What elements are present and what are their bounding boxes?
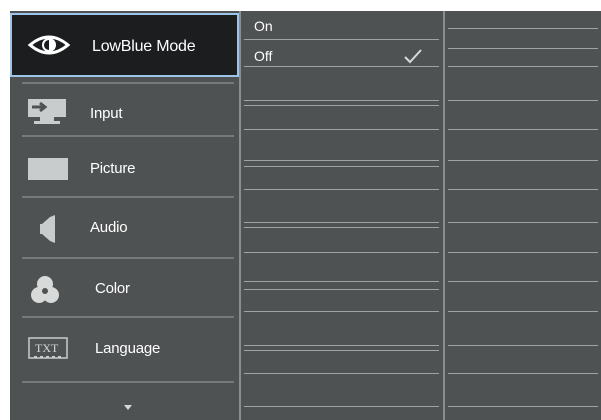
option-separator-line <box>448 160 598 161</box>
option-separator-line <box>244 373 439 374</box>
option-on[interactable]: On <box>242 17 442 37</box>
menu-divider <box>22 135 234 137</box>
option-separator-line <box>244 289 439 290</box>
option-separator-line <box>244 105 439 106</box>
menu-item-label: Input <box>90 105 123 122</box>
option-separator-line <box>244 311 439 312</box>
menu-item-language[interactable]: TXT Language <box>10 318 239 380</box>
option-separator-line <box>448 281 598 282</box>
menu-item-lowblue-mode[interactable]: LowBlue Mode <box>10 13 239 77</box>
option-separator-line <box>244 189 439 190</box>
option-separator-line <box>448 345 598 346</box>
menu-item-label: LowBlue Mode <box>92 38 196 55</box>
option-separator-line <box>244 39 439 40</box>
option-separator-line <box>244 406 439 407</box>
menu-item-picture[interactable]: Picture <box>10 138 239 200</box>
option-separator-line <box>244 160 439 161</box>
menu-item-audio[interactable]: Audio <box>10 197 239 259</box>
option-separator-line <box>448 48 598 49</box>
option-separator-line <box>448 100 598 101</box>
input-icon <box>22 93 72 133</box>
menu-divider <box>22 381 234 383</box>
column-divider <box>239 11 241 420</box>
option-label: On <box>254 18 273 34</box>
menu-item-label: Color <box>95 280 130 297</box>
option-label: Off <box>254 48 273 64</box>
option-separator-line <box>244 281 439 282</box>
option-separator-line <box>244 222 439 223</box>
menu-item-label: Picture <box>90 160 136 177</box>
option-separator-line <box>448 222 598 223</box>
speaker-icon <box>22 207 72 247</box>
option-separator-line <box>244 66 439 67</box>
option-separator-line <box>244 252 439 253</box>
option-separator-line <box>448 406 598 407</box>
option-separator-line <box>244 100 439 101</box>
option-separator-line <box>448 189 598 190</box>
checkmark-icon <box>402 47 424 68</box>
option-separator-line <box>244 345 439 346</box>
option-separator-line <box>448 311 598 312</box>
option-separator-line <box>448 373 598 374</box>
language-icon-text: TXT <box>35 341 59 355</box>
option-off[interactable]: Off <box>242 47 442 67</box>
menu-item-label: Language <box>95 340 161 357</box>
option-separator-line <box>448 129 598 130</box>
txt-icon: TXT <box>22 328 72 368</box>
menu-item-label: Audio <box>90 219 128 236</box>
main-menu: LowBlue Mode Input Picture Audio Color T… <box>10 11 239 420</box>
option-separator-line <box>448 252 598 253</box>
option-separator-line <box>244 227 439 228</box>
scroll-down-arrow-icon[interactable] <box>124 405 132 410</box>
color-circles-icon <box>22 268 72 308</box>
option-separator-line <box>448 66 598 67</box>
eye-icon <box>24 25 74 65</box>
picture-icon <box>22 148 72 188</box>
osd-menu: LowBlue Mode Input Picture Audio Color T… <box>10 11 601 420</box>
option-separator-line <box>448 28 598 29</box>
option-separator-line <box>244 129 439 130</box>
column-divider <box>443 11 445 420</box>
menu-item-color[interactable]: Color <box>10 258 239 320</box>
option-separator-line <box>244 166 439 167</box>
option-separator-line <box>244 350 439 351</box>
